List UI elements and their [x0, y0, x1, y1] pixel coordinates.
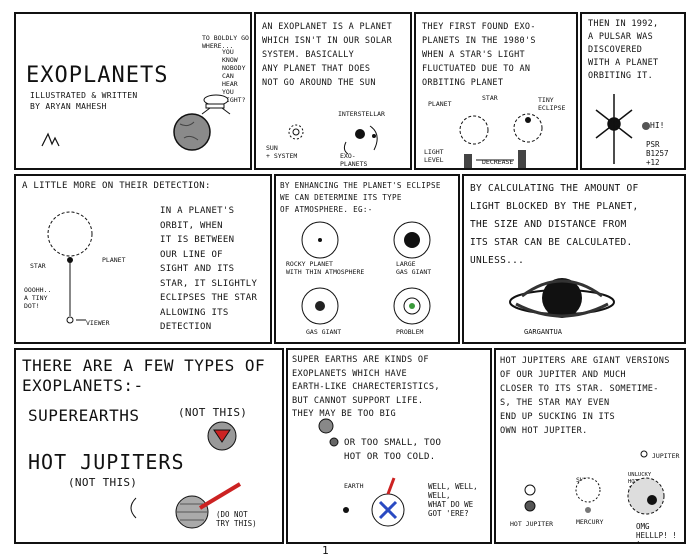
orbit-icon	[47, 211, 93, 257]
sun-icon	[292, 128, 300, 136]
panel-6-art	[301, 221, 431, 325]
pulsar-icon	[595, 94, 633, 164]
star-a-icon	[524, 484, 536, 496]
panel-types: THERE ARE A FEW TYPES OF EXOPLANETS:- SU…	[14, 348, 284, 544]
panel-detection: A LITTLE MORE ON THEIR DETECTION: IN A P…	[14, 174, 272, 344]
panel-super-earths: SUPER EARTHS ARE KINDS OF EXOPLANETS WHI…	[286, 348, 492, 544]
page-number: 1	[322, 544, 329, 557]
black-hole-icon	[509, 278, 615, 318]
viewer-icon	[66, 316, 74, 324]
small-planet-icon	[318, 418, 334, 434]
space-creature-icon	[371, 477, 405, 527]
star-icon	[459, 115, 489, 145]
panel-4-art	[595, 94, 650, 164]
panel-9-art	[318, 418, 405, 527]
hot-jupiter-icon	[175, 482, 242, 529]
mercury-icon	[585, 507, 591, 513]
panel-5-art	[47, 211, 93, 324]
engulfing-star-icon	[627, 477, 665, 515]
panel-discovery: THEY FIRST FOUND EXO- PLANETS IN THE 198…	[414, 12, 578, 170]
signature-icon	[41, 132, 60, 147]
tiny-planet-icon	[329, 437, 339, 447]
panel-7-art	[509, 278, 615, 318]
panel-calculation: BY CALCULATING THE AMOUNT OF LIGHT BLOCK…	[462, 174, 686, 344]
earth-icon	[343, 507, 349, 513]
light-bar-low	[518, 150, 526, 168]
panel-8-art	[130, 421, 242, 529]
superman-planet-icon	[207, 421, 237, 451]
panel-definition: AN EXOPLANET IS A PLANET WHICH ISN'T IN …	[254, 12, 412, 170]
pulsar-planet-icon	[642, 122, 650, 130]
panel-2-art	[288, 124, 378, 155]
hot-jupiter-icon	[524, 500, 536, 512]
sun-icon	[575, 477, 601, 503]
spaceship-icon	[201, 94, 231, 115]
panel-atmosphere: BY ENHANCING THE PLANET'S ECLIPSE WE CAN…	[274, 174, 460, 344]
jupiter-icon	[640, 450, 648, 458]
panel-title: EXOPLANETS ILLUSTRATED & WRITTEN BY ARYA…	[14, 12, 252, 170]
planet-icon	[173, 113, 211, 151]
panel-1-art	[41, 94, 231, 151]
panel-hot-jupiters: HOT JUPITERS ARE GIANT VERSIONS OF OUR J…	[494, 348, 686, 544]
panel-pulsar: THEN IN 1992, A PULSAR WAS DISCOVERED WI…	[580, 12, 686, 170]
light-bar-full	[464, 154, 472, 168]
exoplanet-icon	[355, 129, 365, 139]
panel-10-art	[524, 450, 665, 515]
panel-3-art	[459, 113, 543, 168]
